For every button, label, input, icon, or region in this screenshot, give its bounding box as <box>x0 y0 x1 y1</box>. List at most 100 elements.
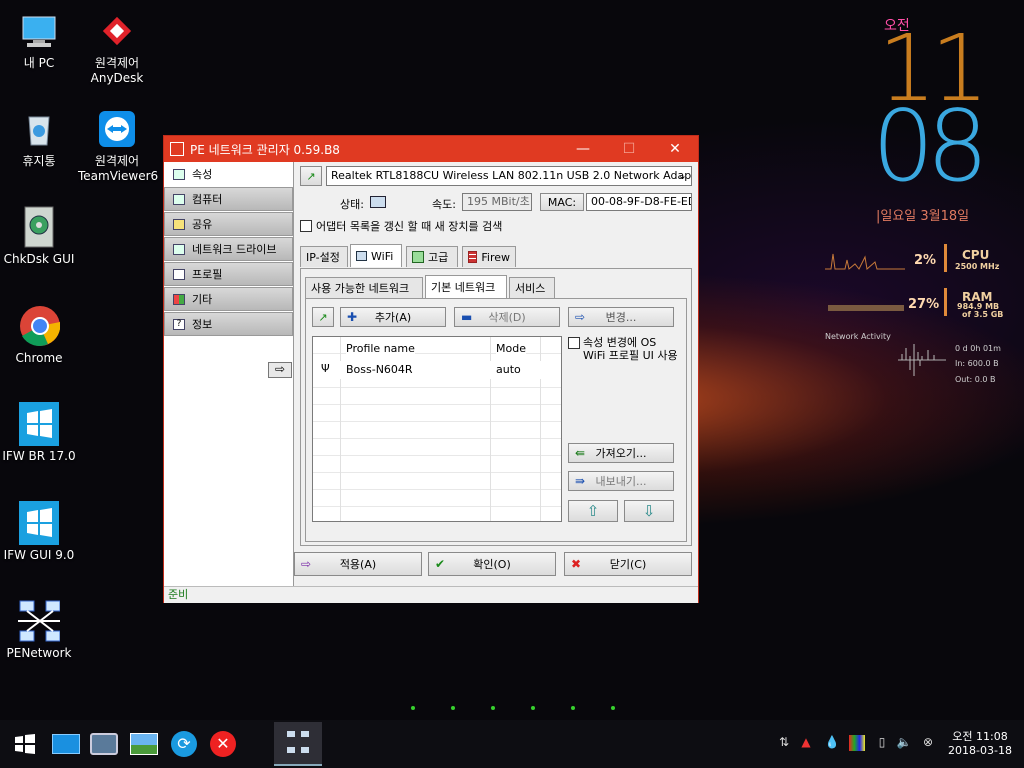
taskbar-clock[interactable]: 오전 11:08 2018-03-18 <box>940 730 1020 758</box>
cpu-label: CPU <box>962 248 990 262</box>
subtab-available-networks[interactable]: 사용 가능한 네트워크 <box>305 277 423 298</box>
taskbar-explorer-icon[interactable] <box>90 730 118 758</box>
tray-volume-icon[interactable]: 🔈 <box>896 735 912 751</box>
sidebar-item-other[interactable]: 기타 <box>164 287 293 311</box>
page-dot[interactable] <box>611 706 615 710</box>
page-dot[interactable] <box>451 706 455 710</box>
desktop-icon-ifw-gui[interactable]: IFW GUI 9.0 <box>0 501 78 563</box>
desktop-icon-penetwork[interactable]: PENetwork <box>0 600 78 661</box>
minus-icon: ▬ <box>461 310 473 324</box>
sidebar-item-profile[interactable]: 프로필 <box>164 262 293 286</box>
taskbar-close-icon[interactable]: ✕ <box>209 730 237 758</box>
page-dot[interactable] <box>411 706 415 710</box>
desktop-icon-teamviewer[interactable]: 원격제어 TeamViewer6 <box>78 108 158 184</box>
minimize-button[interactable]: — <box>560 136 606 162</box>
tab-ip-settings[interactable]: IP-설정 <box>300 246 348 267</box>
ok-button-label: 확인(O) <box>473 558 511 571</box>
subtab-preferred-networks[interactable]: 기본 네트워크 <box>425 275 507 298</box>
computer-icon <box>18 10 60 52</box>
wifi-icon <box>356 251 367 261</box>
page-dot[interactable] <box>491 706 495 710</box>
desktop-icon-chkdsk[interactable]: ChkDsk GUI <box>0 206 78 267</box>
list-header-profile-name[interactable]: Profile name <box>346 342 415 355</box>
speed-field: 195 MBit/초 <box>462 193 532 211</box>
refresh-checkbox-row[interactable]: 어댑터 목록을 갱신 할 때 새 장치를 검색 <box>300 218 502 234</box>
desktop-icon-ifw-br[interactable]: IFW BR 17.0 <box>0 402 78 464</box>
taskbar-penetwork-active[interactable] <box>274 722 322 766</box>
tab-advanced[interactable]: 고급 <box>406 246 458 267</box>
taskbar-desktop-icon[interactable] <box>52 730 80 758</box>
sidebar-item-share[interactable]: 공유 <box>164 212 293 236</box>
tray-color-icon[interactable] <box>849 735 865 751</box>
cross-icon: ✖ <box>571 557 582 571</box>
tab-label: Firew <box>481 250 510 264</box>
status-label: 상태: <box>340 198 364 211</box>
sidebar-collapse-arrow-icon[interactable]: ⇨ <box>268 362 292 378</box>
page-dot[interactable] <box>531 706 535 710</box>
sidebar-item-label: 컴퓨터 <box>192 193 223 206</box>
window-title: PE 네트워크 관리자 0.59.B8 <box>190 142 340 157</box>
sidebar-item-network-drive[interactable]: 네트워크 드라이브 <box>164 237 293 261</box>
page-dot[interactable] <box>571 706 575 710</box>
import-button[interactable]: ⇚ 가져오기... <box>568 443 674 463</box>
subtab-services[interactable]: 서비스 <box>509 277 555 298</box>
wifi-signal-icon <box>370 196 386 208</box>
desktop-icon-label: 내 PC <box>23 56 55 70</box>
status-bar: 준비 <box>164 586 698 603</box>
cpu-graph <box>825 253 905 270</box>
adapter-select-value: Realtek RTL8188CU Wireless LAN 802.11n U… <box>331 169 692 182</box>
delete-button[interactable]: ▬ 삭제(D) <box>454 307 560 327</box>
title-bar[interactable]: PE 네트워크 관리자 0.59.B8 — ☐ ✕ <box>164 136 698 162</box>
list-header-mode[interactable]: Mode <box>496 342 526 355</box>
sidebar-item-info[interactable]: ? 정보 <box>164 312 293 336</box>
desktop-icon-label: Chrome <box>15 351 63 365</box>
tray-drop-icon[interactable]: 💧 <box>824 735 840 751</box>
table-row[interactable]: Ψ Boss-N604R auto <box>313 361 561 379</box>
chrome-icon <box>18 305 60 347</box>
question-icon: ? <box>173 318 185 330</box>
tab-wifi[interactable]: WiFi <box>350 244 402 267</box>
export-button[interactable]: ⇛ 내보내기... <box>568 471 674 491</box>
move-up-button[interactable]: ⇧ <box>568 500 618 522</box>
close-button[interactable]: ✕ <box>652 136 698 162</box>
taskbar-sync-icon[interactable]: ⟳ <box>170 730 198 758</box>
network-activity-title: Network Activity <box>825 332 891 341</box>
desktop-icon-my-pc[interactable]: 내 PC <box>0 10 78 71</box>
wifi-antenna-icon: Ψ <box>321 362 330 375</box>
network-graph <box>898 344 946 376</box>
adapter-select[interactable]: Realtek RTL8188CU Wireless LAN 802.11n U… <box>326 166 692 186</box>
import-button-label: 가져오기... <box>595 447 647 460</box>
tray-x-icon[interactable]: ⊗ <box>920 735 936 751</box>
move-down-button[interactable]: ⇩ <box>624 500 674 522</box>
sidebar-item-properties[interactable]: 속성 <box>164 162 293 186</box>
apply-button[interactable]: ⇨ 적용(A) <box>294 552 422 576</box>
maximize-button[interactable]: ☐ <box>606 136 652 162</box>
sidebar-item-computer[interactable]: 컴퓨터 <box>164 187 293 211</box>
network-uptime: 0 d 0h 01m <box>955 344 1001 353</box>
change-button[interactable]: ⇨ 변경... <box>568 307 674 327</box>
ram-divider <box>944 288 947 316</box>
taskbar-image-viewer-icon[interactable] <box>130 730 158 758</box>
os-ui-checkbox-row[interactable]: 속성 변경에 OS WiFi 프로필 UI 사용 <box>568 336 680 362</box>
tab-firewall[interactable]: Firew <box>462 246 516 267</box>
add-button[interactable]: ✚ 추가(A) <box>340 307 446 327</box>
tray-usb-icon[interactable]: ▯ <box>874 735 890 751</box>
start-button[interactable] <box>11 730 39 758</box>
tray-network-icon[interactable]: ⇅ <box>776 735 792 751</box>
desktop-icon-chrome[interactable]: Chrome <box>0 305 78 366</box>
desktop-icon-recycle-bin[interactable]: 휴지통 <box>0 108 78 169</box>
os-ui-checkbox[interactable] <box>568 337 580 349</box>
network-in: In: 600.0 B <box>955 359 999 368</box>
refresh-adapter-button[interactable]: ↗ <box>300 166 322 186</box>
mac-button[interactable]: MAC: <box>540 193 584 211</box>
close-dialog-button[interactable]: ✖ 닫기(C) <box>564 552 692 576</box>
tray-arrow-icon[interactable]: ▲ <box>798 735 814 751</box>
refresh-networks-button[interactable]: ↗ <box>312 307 334 327</box>
ok-button[interactable]: ✔ 확인(O) <box>428 552 556 576</box>
profile-list[interactable]: Profile name Mode Ψ Boss-N604R auto <box>312 336 562 522</box>
other-icon <box>173 293 185 305</box>
desktop-icon-anydesk[interactable]: 원격제어 AnyDesk <box>78 10 156 86</box>
refresh-checkbox[interactable] <box>300 220 312 232</box>
profile-mode-cell: auto <box>496 363 521 376</box>
network-out: Out: 0.0 B <box>955 375 996 384</box>
